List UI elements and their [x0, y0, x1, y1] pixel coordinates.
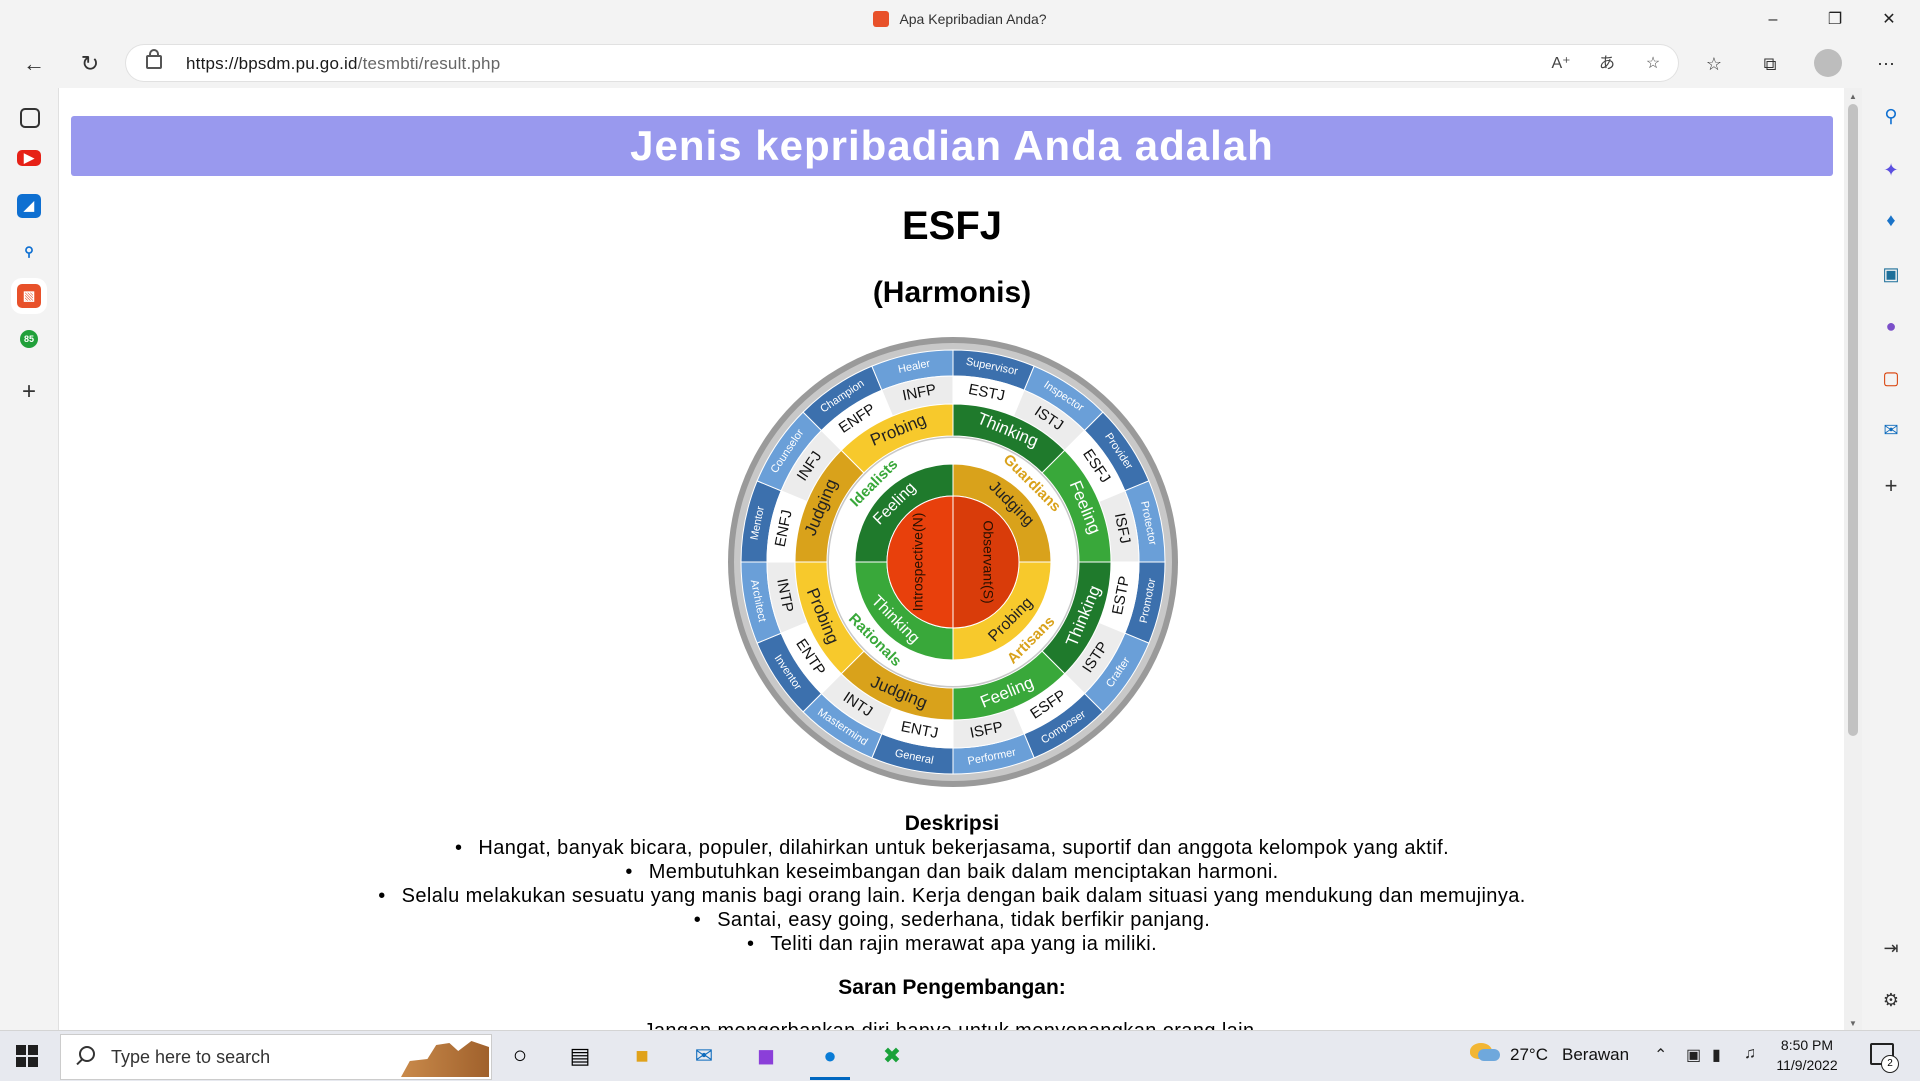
- window-title: Apa Kepribadian Anda?: [899, 11, 1047, 27]
- photos-icon[interactable]: ◼: [748, 1038, 784, 1074]
- office-icon[interactable]: ▢: [1879, 366, 1903, 390]
- back-icon[interactable]: ←: [16, 46, 52, 82]
- page-viewport: Jenis kepribadian Anda adalah ESFJ (Harm…: [58, 88, 1845, 1030]
- favorites-icon[interactable]: ☆: [1696, 46, 1732, 82]
- site-favicon-icon: [873, 11, 890, 27]
- cortana-icon[interactable]: ○: [502, 1038, 538, 1074]
- battery-icon[interactable]: ▮: [1712, 1045, 1721, 1065]
- core-label-introspective: Introspective(N): [910, 513, 926, 612]
- address-bar-row: ← ↻ https://bpsdm.pu.go.id/tesmbti/resul…: [0, 40, 1920, 88]
- show-hidden-icons-icon[interactable]: ⌃: [1654, 1045, 1667, 1065]
- scroll-up-icon[interactable]: ▲: [1849, 92, 1857, 101]
- hide-sidebar-icon[interactable]: ⇥: [1879, 936, 1903, 960]
- translate-icon[interactable]: あ: [1594, 51, 1620, 77]
- core-circle: Introspective(N) Observant(S): [886, 495, 1020, 629]
- description-item: Teliti dan rajin merawat apa yang ia mil…: [59, 932, 1845, 956]
- description-heading: Deskripsi: [904, 812, 1000, 835]
- settings-gear-icon[interactable]: ⚙: [1879, 988, 1903, 1012]
- description-list: Hangat, banyak bicara, populer, dilahirk…: [59, 836, 1845, 956]
- profile-avatar[interactable]: [1814, 49, 1842, 77]
- tools-icon[interactable]: ▣: [1879, 262, 1903, 286]
- add-sidebar-icon[interactable]: +: [1879, 474, 1903, 498]
- volume-icon[interactable]: ♫: [1744, 1045, 1756, 1063]
- minimize-icon[interactable]: –: [1750, 0, 1796, 40]
- banner-text: Jenis kepribadian Anda adalah: [630, 122, 1274, 169]
- weather-cloud-icon: [1478, 1049, 1500, 1061]
- weather-desc[interactable]: Berawan: [1562, 1045, 1629, 1065]
- file-explorer-icon[interactable]: ■: [624, 1038, 660, 1074]
- url-input[interactable]: https://bpsdm.pu.go.id/tesmbti/result.ph…: [126, 45, 1678, 81]
- edge-browser-icon[interactable]: ●: [812, 1038, 848, 1074]
- xbox-icon[interactable]: ✖: [874, 1038, 910, 1074]
- youtube-icon[interactable]: ▶: [17, 150, 41, 166]
- copilot-icon[interactable]: ✦: [1879, 158, 1903, 182]
- description-item: Hangat, banyak bicara, populer, dilahirk…: [59, 836, 1845, 860]
- shopping-icon[interactable]: ♦: [1879, 208, 1903, 232]
- development-item: Jangan mengorbankan diri hanya untuk men…: [59, 1020, 1845, 1030]
- personality-type: ESFJ: [901, 204, 1003, 248]
- add-favorite-icon[interactable]: ☆: [1640, 51, 1666, 77]
- left-sidebar: [0, 88, 58, 1030]
- whatsapp-icon[interactable]: 85: [20, 330, 38, 348]
- description-item: Selalu melakukan sesuatu yang manis bagi…: [59, 884, 1845, 908]
- notification-count: 2: [1881, 1055, 1899, 1073]
- outlook-icon[interactable]: ✉: [1879, 418, 1903, 442]
- read-aloud-icon[interactable]: A⁺: [1548, 51, 1574, 77]
- scrollbar-thumb[interactable]: [1848, 104, 1858, 736]
- refresh-icon[interactable]: ↻: [72, 46, 108, 82]
- tab-actions-icon[interactable]: [20, 108, 40, 128]
- scroll-down-icon[interactable]: ▼: [1849, 1019, 1857, 1028]
- taskbar-clock[interactable]: 8:50 PM 11/9/2022: [1772, 1035, 1842, 1075]
- core-label-observant: Observant(S): [980, 520, 996, 603]
- restore-icon[interactable]: ❐: [1812, 0, 1858, 40]
- url-path: /tesmbti/result.php: [357, 54, 501, 73]
- mbti-wheel-diagram: SupervisorInspectorProviderProtectorProm…: [728, 337, 1178, 787]
- title-bar: Apa Kepribadian Anda? – ❐ ✕: [0, 0, 1920, 40]
- personality-nickname: (Harmonis): [872, 276, 1032, 309]
- window-title-area: Apa Kepribadian Anda?: [0, 11, 1920, 27]
- development-heading: Saran Pengembangan:: [838, 976, 1066, 999]
- games-icon[interactable]: ●: [1879, 314, 1903, 338]
- windows-start-icon[interactable]: [16, 1045, 38, 1067]
- url-host: https://bpsdm.pu.go.id: [186, 54, 358, 73]
- app-shortcut-icon[interactable]: ◢: [17, 194, 41, 218]
- search-highlight-image: [401, 1041, 489, 1077]
- lock-icon[interactable]: [146, 49, 162, 69]
- mail-icon[interactable]: ✉: [686, 1038, 722, 1074]
- taskbar-search-placeholder: Type here to search: [111, 1047, 271, 1067]
- clock-time: 8:50 PM: [1780, 1037, 1834, 1053]
- add-tab-icon[interactable]: +: [17, 380, 41, 404]
- page-scrollbar[interactable]: ▲ ▼: [1844, 88, 1862, 1030]
- taskbar-search-input[interactable]: Type here to search: [60, 1034, 492, 1080]
- active-tab-favicon-icon[interactable]: ▧: [17, 284, 41, 308]
- result-banner: Jenis kepribadian Anda adalah: [71, 116, 1833, 176]
- search-icon[interactable]: ⚲: [1879, 104, 1903, 128]
- collections-icon[interactable]: ⧉: [1752, 46, 1788, 82]
- close-icon[interactable]: ✕: [1866, 0, 1912, 40]
- description-item: Santai, easy going, sederhana, tidak ber…: [59, 908, 1845, 932]
- clock-date: 11/9/2022: [1776, 1057, 1838, 1073]
- windows-taskbar: Type here to search ○ ▤ ■ ✉ ◼ ● ✖ 27°C B…: [0, 1030, 1920, 1081]
- more-menu-icon[interactable]: ⋯: [1868, 46, 1904, 82]
- taskbar-search-icon: [79, 1046, 95, 1062]
- task-view-icon[interactable]: ▤: [562, 1038, 598, 1074]
- description-item: Membutuhkan keseimbangan dan baik dalam …: [59, 860, 1845, 884]
- meet-now-icon[interactable]: ▣: [1686, 1045, 1701, 1065]
- weather-temp[interactable]: 27°C: [1510, 1045, 1548, 1065]
- url-text: https://bpsdm.pu.go.id/tesmbti/result.ph…: [186, 54, 500, 74]
- search-shortcut-icon[interactable]: ⚲: [17, 240, 41, 264]
